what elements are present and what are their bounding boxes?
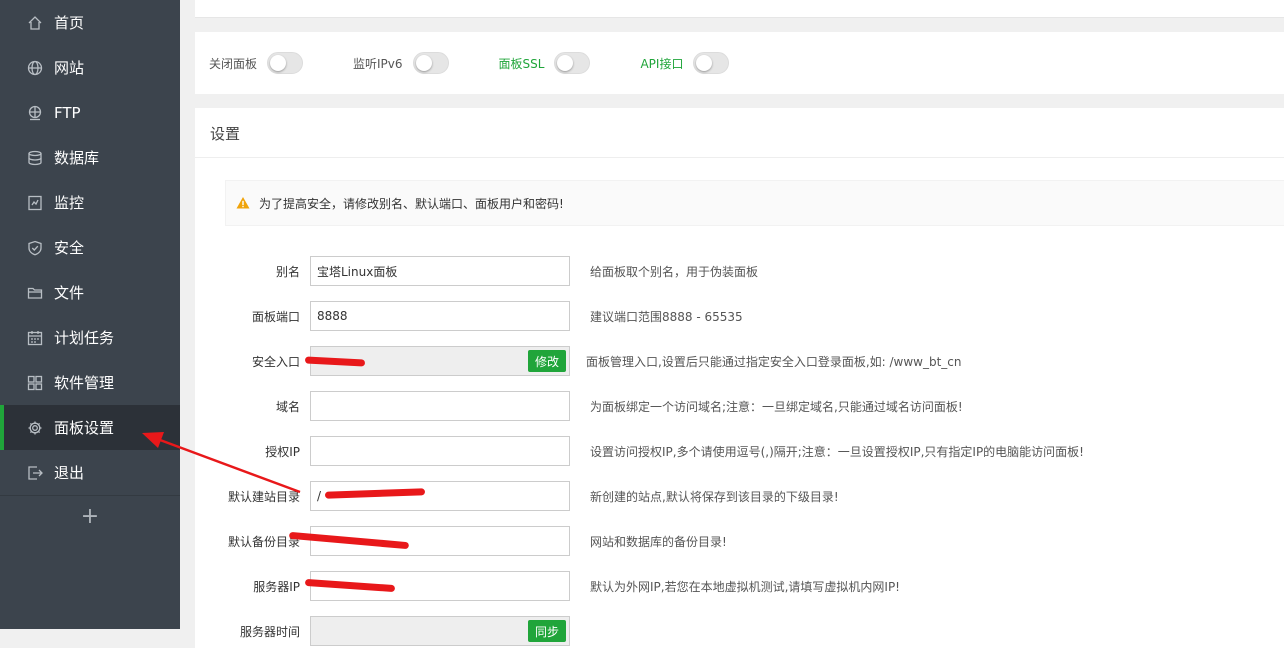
modify-entry-button[interactable]: 修改 — [528, 350, 566, 372]
api-toggle[interactable] — [693, 52, 729, 74]
ssl-label[interactable]: 面板SSL — [499, 55, 545, 72]
sidebar-item-files[interactable]: 文件 — [0, 270, 180, 315]
warning-icon — [236, 196, 250, 210]
ssl-switch-group: 面板SSL — [499, 52, 591, 74]
settings-title: 设置 — [195, 108, 1284, 158]
redaction-mark — [305, 356, 365, 366]
warning-banner: 为了提高安全，请修改别名、默认端口、面板用户和密码! — [225, 180, 1284, 226]
sidebar-item-home[interactable]: 首页 — [0, 0, 180, 45]
sidebar-item-security[interactable]: 安全 — [0, 225, 180, 270]
sidebar-item-label: 文件 — [54, 282, 84, 303]
server-ip-hint: 默认为外网IP,若您在本地虚拟机测试,请填写虚拟机内网IP! — [590, 578, 900, 595]
add-menu-button[interactable]: + — [0, 496, 180, 536]
alias-input[interactable]: 宝塔Linux面板 — [310, 256, 570, 286]
server-time-label: 服务器时间 — [195, 623, 300, 640]
monitor-icon — [26, 194, 44, 212]
sidebar-item-label: 面板设置 — [54, 417, 114, 438]
security-entry-input: 修改 — [310, 346, 570, 376]
ipv6-toggle[interactable] — [413, 52, 449, 74]
close-panel-toggle[interactable] — [267, 52, 303, 74]
database-icon — [26, 149, 44, 167]
alias-row: 别名 宝塔Linux面板 给面板取个别名，用于伪装面板 — [195, 256, 1284, 286]
sidebar-item-label: 网站 — [54, 57, 84, 78]
port-input[interactable]: 8888 — [310, 301, 570, 331]
ipv6-label: 监听IPv6 — [353, 55, 403, 72]
sidebar-item-panel-settings[interactable]: 面板设置 — [0, 405, 180, 450]
logout-icon — [26, 464, 44, 482]
port-row: 面板端口 8888 建议端口范围8888 - 65535 — [195, 301, 1284, 331]
warning-text: 为了提高安全，请修改别名、默认端口、面板用户和密码! — [259, 195, 564, 212]
auth-ip-hint: 设置访问授权IP,多个请使用逗号(,)隔开;注意：一旦设置授权IP,只有指定IP… — [590, 443, 1084, 460]
site-dir-hint: 新创建的站点,默认将保存到该目录的下级目录! — [590, 488, 839, 505]
domain-label: 域名 — [195, 398, 300, 415]
auth-ip-label: 授权IP — [195, 443, 300, 460]
ipv6-switch-group: 监听IPv6 — [353, 52, 449, 74]
auth-ip-row: 授权IP 设置访问授权IP,多个请使用逗号(,)隔开;注意：一旦设置授权IP,只… — [195, 436, 1284, 466]
apps-icon — [26, 374, 44, 392]
home-icon — [26, 14, 44, 32]
site-dir-value: / — [317, 489, 321, 503]
gear-icon — [26, 419, 44, 437]
security-entry-row: 安全入口 修改 面板管理入口,设置后只能通过指定安全入口登录面板,如: /www… — [195, 346, 1284, 376]
backup-dir-row: 默认备份目录 网站和数据库的备份目录! — [195, 526, 1284, 556]
site-dir-label: 默认建站目录 — [195, 488, 300, 505]
sidebar-item-label: FTP — [54, 104, 81, 122]
auth-ip-input[interactable] — [310, 436, 570, 466]
server-time-row: 服务器时间 同步 — [195, 616, 1284, 646]
alias-hint: 给面板取个别名，用于伪装面板 — [590, 263, 758, 280]
sidebar-item-label: 退出 — [54, 462, 84, 483]
server-ip-row: 服务器IP 默认为外网IP,若您在本地虚拟机测试,请填写虚拟机内网IP! — [195, 571, 1284, 601]
sidebar-item-label: 数据库 — [54, 147, 99, 168]
close-panel-switch-group: 关闭面板 — [209, 52, 303, 74]
backup-dir-hint: 网站和数据库的备份目录! — [590, 533, 727, 550]
sidebar-item-logout[interactable]: 退出 — [0, 450, 180, 495]
site-dir-input[interactable]: / — [310, 481, 570, 511]
backup-dir-input[interactable] — [310, 526, 570, 556]
security-entry-hint: 面板管理入口,设置后只能通过指定安全入口登录面板,如: /www_bt_cn — [586, 353, 962, 370]
port-hint: 建议端口范围8888 - 65535 — [590, 308, 743, 325]
main-content: 关闭面板 监听IPv6 面板SSL API接口 设置 为了提高安全，请修改别名、… — [180, 0, 1284, 629]
settings-panel: 设置 为了提高安全，请修改别名、默认端口、面板用户和密码! 别名 宝塔Linux… — [195, 108, 1284, 648]
shield-icon — [26, 239, 44, 257]
alias-label: 别名 — [195, 263, 300, 280]
sidebar-item-monitor[interactable]: 监控 — [0, 180, 180, 225]
redaction-mark — [289, 532, 409, 549]
folder-icon — [26, 284, 44, 302]
server-ip-input[interactable] — [310, 571, 570, 601]
sidebar-item-label: 首页 — [54, 12, 84, 33]
redaction-mark — [325, 488, 425, 498]
sidebar-item-label: 计划任务 — [54, 327, 114, 348]
api-label[interactable]: API接口 — [640, 55, 683, 72]
top-panel — [195, 0, 1284, 18]
domain-row: 域名 为面板绑定一个访问域名;注意：一旦绑定域名,只能通过域名访问面板! — [195, 391, 1284, 421]
sidebar-item-software[interactable]: 软件管理 — [0, 360, 180, 405]
calendar-icon — [26, 329, 44, 347]
port-label: 面板端口 — [195, 308, 300, 325]
sidebar-item-database[interactable]: 数据库 — [0, 135, 180, 180]
backup-dir-label: 默认备份目录 — [195, 533, 300, 550]
sidebar-item-label: 安全 — [54, 237, 84, 258]
server-ip-label: 服务器IP — [195, 578, 300, 595]
sidebar-item-website[interactable]: 网站 — [0, 45, 180, 90]
server-time-input: 同步 — [310, 616, 570, 646]
globe-icon — [26, 59, 44, 77]
domain-hint: 为面板绑定一个访问域名;注意：一旦绑定域名,只能通过域名访问面板! — [590, 398, 963, 415]
sync-time-button[interactable]: 同步 — [528, 620, 566, 642]
site-dir-row: 默认建站目录 / 新创建的站点,默认将保存到该目录的下级目录! — [195, 481, 1284, 511]
ftp-icon — [26, 104, 44, 122]
domain-input[interactable] — [310, 391, 570, 421]
switch-bar: 关闭面板 监听IPv6 面板SSL API接口 — [195, 32, 1284, 94]
sidebar-item-label: 软件管理 — [54, 372, 114, 393]
sidebar-item-cron[interactable]: 计划任务 — [0, 315, 180, 360]
redaction-mark — [305, 579, 395, 592]
close-panel-label: 关闭面板 — [209, 55, 257, 72]
sidebar-item-ftp[interactable]: FTP — [0, 90, 180, 135]
sidebar: 首页 网站 FTP 数据库 监控 安全 文件 计划任务 软件管理 面板设置 退出… — [0, 0, 180, 629]
sidebar-item-label: 监控 — [54, 192, 84, 213]
ssl-toggle[interactable] — [554, 52, 590, 74]
api-switch-group: API接口 — [640, 52, 729, 74]
security-entry-label: 安全入口 — [195, 353, 300, 370]
